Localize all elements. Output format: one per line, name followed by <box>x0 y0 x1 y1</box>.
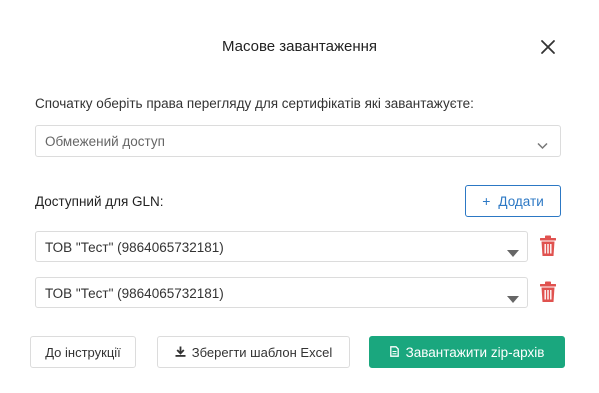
save-excel-template-label: Зберегти шаблон Excel <box>191 344 333 360</box>
add-gln-button[interactable]: + Додати <box>465 185 561 217</box>
caret-down-icon <box>507 244 519 262</box>
close-icon[interactable] <box>538 37 558 57</box>
gln-select[interactable]: ТОВ "Тест" (9864065732181) <box>35 231 528 262</box>
save-excel-template-button[interactable]: Зберегти шаблон Excel <box>157 336 350 368</box>
instructions-button-label: До інструкції <box>45 344 121 360</box>
gln-select-value: ТОВ "Тест" (9864065732181) <box>45 286 224 301</box>
add-gln-button-label: Додати <box>498 193 544 209</box>
plus-icon: + <box>482 193 491 209</box>
caret-down-icon <box>507 290 519 308</box>
gln-select[interactable]: ТОВ "Тест" (9864065732181) <box>35 277 528 308</box>
download-zip-button[interactable]: Завантажити zip-архів <box>369 336 565 368</box>
trash-icon[interactable] <box>539 281 557 303</box>
access-rights-select[interactable]: Обмежений доступ <box>35 125 561 157</box>
trash-icon[interactable] <box>539 235 557 257</box>
bulk-upload-dialog: Масове завантаження Спочатку оберіть пра… <box>0 0 599 393</box>
chevron-down-icon <box>537 137 548 155</box>
access-instruction: Спочатку оберіть права перегляду для сер… <box>35 96 474 111</box>
download-icon <box>175 345 186 360</box>
dialog-title: Масове завантаження <box>221 38 378 55</box>
instructions-button[interactable]: До інструкції <box>30 336 136 368</box>
gln-section-label: Доступний для GLN: <box>35 194 164 209</box>
gln-select-value: ТОВ "Тест" (9864065732181) <box>45 240 224 255</box>
download-zip-label: Завантажити zip-архів <box>405 344 545 360</box>
file-icon <box>389 345 399 360</box>
access-rights-value: Обмежений доступ <box>45 134 165 149</box>
